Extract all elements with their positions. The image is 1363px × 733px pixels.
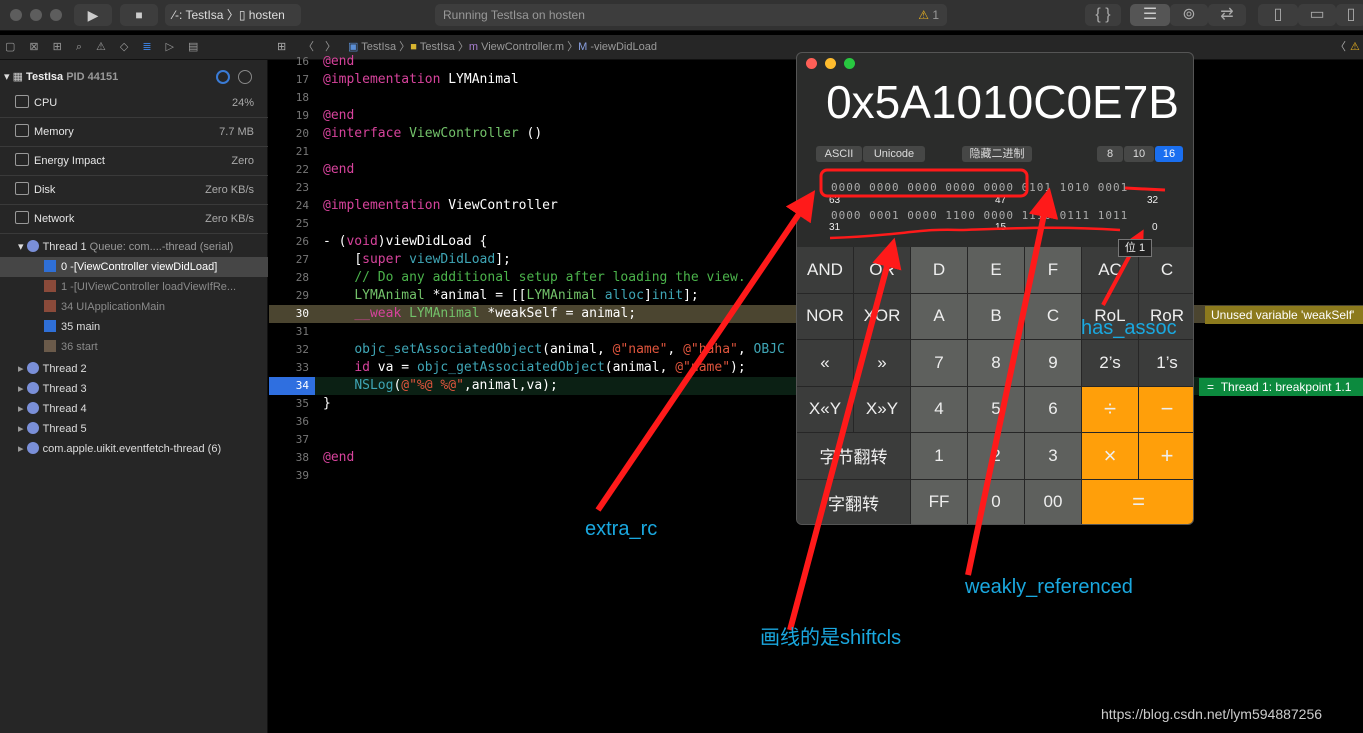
extra-rc-label: extra_rc	[585, 518, 658, 540]
shiftcls-underline	[829, 226, 1121, 240]
has-assoc-underline	[1124, 186, 1166, 192]
weakly-referenced-label: weakly_referenced	[965, 576, 1133, 598]
extra-rc-highlight-box	[819, 168, 1029, 198]
has-assoc-label: has_assoc	[1081, 317, 1177, 339]
annotation-overlay	[595, 168, 1166, 631]
shiftcls-label: 画线的是shiftcls	[760, 627, 902, 649]
watermark: https://blog.csdn.net/lym594887256	[1101, 706, 1323, 722]
bit-tooltip: 位 1	[1118, 239, 1152, 257]
extra-rc-arrow	[595, 190, 816, 512]
shiftcls-arrow	[787, 237, 902, 631]
weakly-referenced-arrow	[965, 187, 1059, 576]
